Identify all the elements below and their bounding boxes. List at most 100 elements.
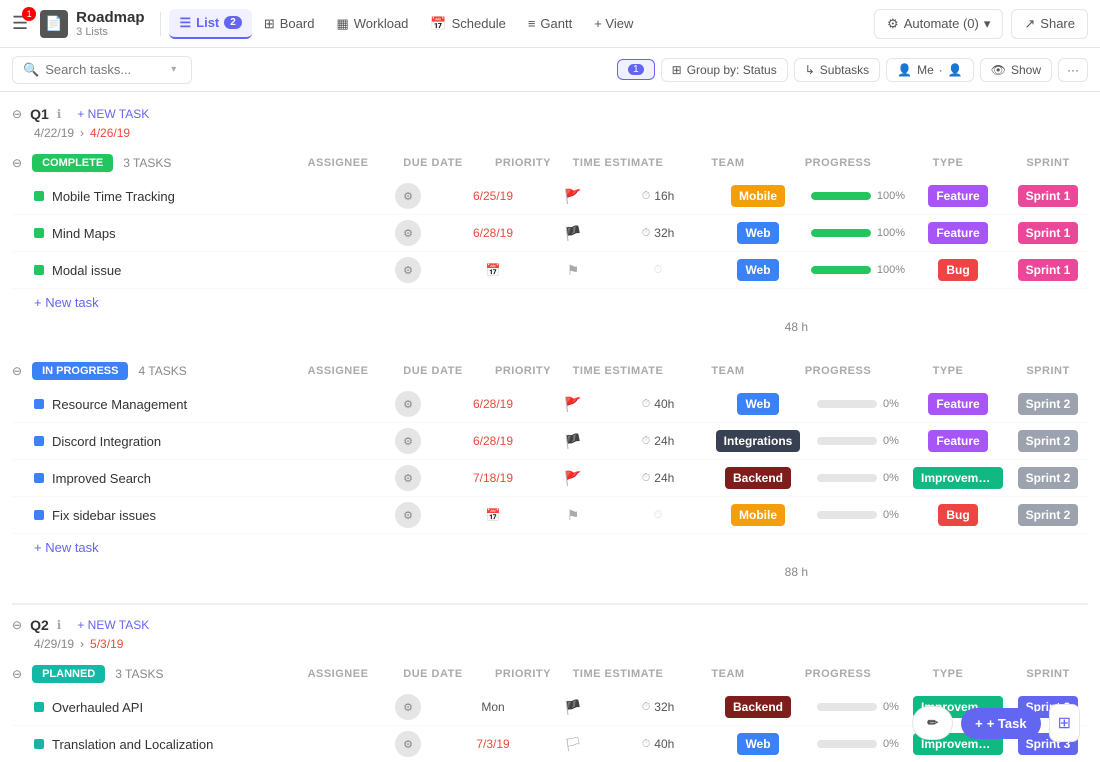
task-assignee[interactable]: ⚙: [368, 428, 448, 454]
task-assignee[interactable]: ⚙: [368, 502, 448, 528]
task-due[interactable]: 7/18/19: [448, 471, 538, 485]
search-box[interactable]: 🔍 ▾: [12, 56, 192, 84]
table-row[interactable]: Discord Integration ⚙ 6/28/19 🏴 ⏱ 24h In…: [12, 423, 1088, 460]
add-task-fab-button[interactable]: + + Task: [961, 708, 1040, 739]
me-chip[interactable]: 👤 Me · 👤: [886, 58, 974, 82]
task-type[interactable]: Feature: [908, 430, 1008, 452]
task-priority[interactable]: 🏴: [538, 433, 608, 450]
task-due[interactable]: 📅: [448, 263, 538, 277]
filter-chip[interactable]: 1: [617, 59, 655, 80]
hamburger-button[interactable]: ☰ 1: [12, 13, 28, 34]
complete-toggle-icon[interactable]: ⊖: [12, 156, 22, 170]
task-assignee[interactable]: ⚙: [368, 220, 448, 246]
tab-schedule[interactable]: 📅 Schedule: [420, 10, 515, 38]
task-time-estimate[interactable]: ⏱ 32h: [608, 700, 708, 714]
task-team[interactable]: Web: [708, 259, 808, 281]
task-sprint[interactable]: Sprint 1: [1008, 185, 1088, 207]
task-priority[interactable]: ⚑: [538, 507, 608, 524]
me-label: Me: [917, 63, 934, 77]
task-due[interactable]: 6/28/19: [448, 226, 538, 240]
complete-badge[interactable]: COMPLETE: [32, 154, 113, 172]
task-team[interactable]: Mobile: [708, 185, 808, 207]
inprogress-badge[interactable]: IN PROGRESS: [32, 362, 128, 380]
task-priority[interactable]: ⚑: [538, 262, 608, 279]
task-team[interactable]: Web: [708, 393, 808, 415]
subtasks-chip[interactable]: ↳ Subtasks: [794, 58, 880, 82]
table-row[interactable]: Modal issue ⚙ 📅 ⚑ ⏱ Web 100%: [12, 252, 1088, 289]
table-row[interactable]: Mobile Time Tracking ⚙ 6/25/19 🚩 ⏱ 16h M…: [12, 178, 1088, 215]
task-due[interactable]: 6/28/19: [448, 434, 538, 448]
table-row[interactable]: Resource Management ⚙ 6/28/19 🚩 ⏱ 40h We…: [12, 386, 1088, 423]
q2-toggle-icon[interactable]: ⊖: [12, 618, 22, 632]
task-due[interactable]: 6/28/19: [448, 397, 538, 411]
search-dropdown-icon[interactable]: ▾: [171, 64, 176, 75]
task-team[interactable]: Backend: [708, 467, 808, 489]
task-team[interactable]: Web: [708, 733, 808, 755]
task-assignee[interactable]: ⚙: [368, 257, 448, 283]
task-type[interactable]: Bug: [908, 504, 1008, 526]
task-sprint[interactable]: Sprint 2: [1008, 504, 1088, 526]
task-assignee[interactable]: ⚙: [368, 731, 448, 757]
task-type[interactable]: Feature: [908, 222, 1008, 244]
task-type[interactable]: Feature: [908, 185, 1008, 207]
new-task-row[interactable]: + New task: [12, 534, 1088, 561]
task-priority[interactable]: 🏳: [538, 736, 608, 753]
new-task-row[interactable]: + New task: [12, 289, 1088, 316]
edit-fab-button[interactable]: ✏: [912, 706, 953, 740]
tab-list[interactable]: ☰ List 2: [169, 9, 251, 39]
task-due[interactable]: 6/25/19: [448, 189, 538, 203]
task-assignee[interactable]: ⚙: [368, 183, 448, 209]
automate-button[interactable]: ⚙ Automate (0) ▾: [874, 9, 1003, 39]
planned-toggle-icon[interactable]: ⊖: [12, 667, 22, 681]
task-due[interactable]: 📅: [448, 508, 538, 522]
tab-board[interactable]: ⊞ Board: [254, 10, 325, 38]
task-time-estimate[interactable]: ⏱ 16h: [608, 189, 708, 203]
task-team[interactable]: Backend: [708, 696, 808, 718]
task-time-estimate[interactable]: ⏱: [608, 264, 708, 277]
q1-new-task-btn[interactable]: + NEW TASK: [77, 107, 149, 121]
task-type[interactable]: Improveme...: [908, 467, 1008, 489]
task-time-estimate[interactable]: ⏱ 32h: [608, 226, 708, 240]
share-button[interactable]: ↗ Share: [1011, 9, 1088, 39]
task-type[interactable]: Bug: [908, 259, 1008, 281]
task-sprint[interactable]: Sprint 2: [1008, 430, 1088, 452]
inprogress-toggle-icon[interactable]: ⊖: [12, 364, 22, 378]
tab-workload[interactable]: ▦ Workload: [326, 10, 418, 38]
show-chip[interactable]: 👁 Show: [980, 58, 1052, 82]
table-row[interactable]: Improved Search ⚙ 7/18/19 🚩 ⏱ 24h Backen…: [12, 460, 1088, 497]
task-priority[interactable]: 🚩: [538, 188, 608, 205]
task-team[interactable]: Mobile: [708, 504, 808, 526]
task-sprint[interactable]: Sprint 1: [1008, 259, 1088, 281]
task-priority[interactable]: 🚩: [538, 470, 608, 487]
task-priority[interactable]: 🚩: [538, 396, 608, 413]
task-time-estimate[interactable]: ⏱ 40h: [608, 737, 708, 751]
tab-add-view[interactable]: + View: [584, 10, 643, 37]
task-team[interactable]: Web: [708, 222, 808, 244]
group-by-chip[interactable]: ⊞ Group by: Status: [661, 58, 788, 82]
q2-new-task-btn[interactable]: + NEW TASK: [77, 618, 149, 632]
task-time-estimate[interactable]: ⏱ 24h: [608, 434, 708, 448]
tab-gantt[interactable]: ≡ Gantt: [518, 10, 582, 37]
task-priority[interactable]: 🏴: [538, 699, 608, 716]
task-assignee[interactable]: ⚙: [368, 694, 448, 720]
more-button[interactable]: ···: [1058, 58, 1088, 82]
table-row[interactable]: Fix sidebar issues ⚙ 📅 ⚑ ⏱ Mobile 0%: [12, 497, 1088, 534]
task-sprint[interactable]: Sprint 2: [1008, 467, 1088, 489]
task-time-estimate[interactable]: ⏱: [608, 509, 708, 522]
grid-fab-button[interactable]: ⊞: [1049, 704, 1080, 742]
planned-badge[interactable]: PLANNED: [32, 665, 105, 683]
task-sprint[interactable]: Sprint 1: [1008, 222, 1088, 244]
task-priority[interactable]: 🏴: [538, 225, 608, 242]
q1-toggle-icon[interactable]: ⊖: [12, 107, 22, 121]
task-team[interactable]: Integrations: [708, 430, 808, 452]
task-time-estimate[interactable]: ⏱ 40h: [608, 397, 708, 411]
task-due[interactable]: 7/3/19: [448, 737, 538, 751]
table-row[interactable]: Mind Maps ⚙ 6/28/19 🏴 ⏱ 32h Web: [12, 215, 1088, 252]
task-assignee[interactable]: ⚙: [368, 465, 448, 491]
task-assignee[interactable]: ⚙: [368, 391, 448, 417]
task-sprint[interactable]: Sprint 2: [1008, 393, 1088, 415]
search-input[interactable]: [45, 62, 165, 77]
task-due[interactable]: Mon: [448, 700, 538, 714]
task-type[interactable]: Feature: [908, 393, 1008, 415]
task-time-estimate[interactable]: ⏱ 24h: [608, 471, 708, 485]
